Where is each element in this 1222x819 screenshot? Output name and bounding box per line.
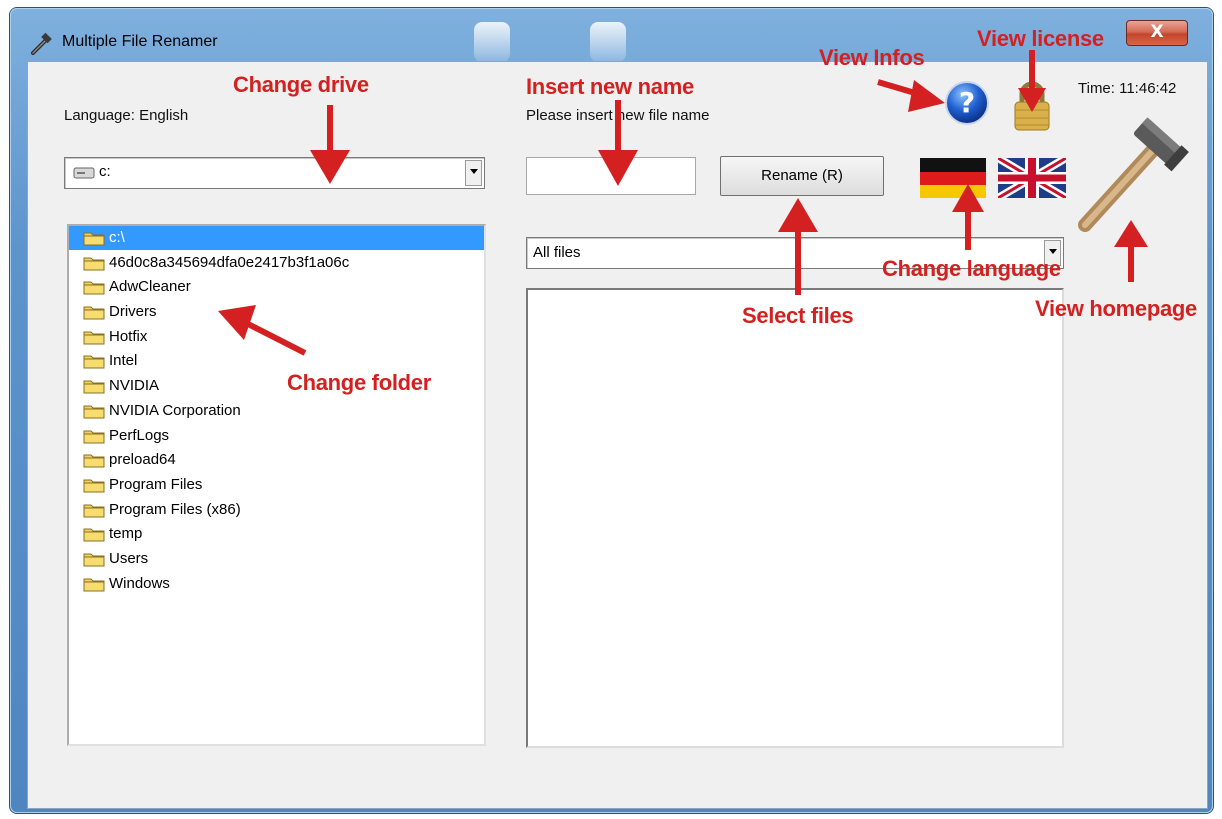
uk-flag-icon[interactable]: [998, 158, 1066, 198]
tree-item-label: PerfLogs: [109, 426, 170, 444]
annotation-change-language: Change language: [882, 256, 1061, 281]
germany-flag-icon[interactable]: [920, 158, 986, 198]
annotation-view-homepage: View homepage: [1035, 296, 1197, 321]
tree-item-label: Users: [109, 549, 149, 567]
new-name-input[interactable]: [526, 157, 696, 195]
folder-icon: [83, 405, 105, 419]
folder-tree[interactable]: c:\ 46d0c8a345694dfa0e2417b3f1a06c AdwClea…: [67, 224, 486, 746]
folder-icon: [83, 306, 105, 320]
folder-icon: [83, 578, 105, 592]
tree-item[interactable]: Drivers: [69, 300, 484, 325]
close-button[interactable]: X: [1126, 20, 1188, 46]
tree-item[interactable]: Program Files: [69, 473, 484, 498]
drive-value: c:: [99, 163, 111, 180]
insert-hint-label: Please insert new file name: [526, 107, 710, 124]
annotation-view-license: View license: [977, 26, 1104, 51]
tree-item[interactable]: Hotfix: [69, 325, 484, 350]
language-label: Language: English: [64, 107, 189, 124]
titlebar-glow: [474, 22, 510, 62]
annotation-change-folder: Change folder: [287, 370, 431, 395]
folder-icon: [83, 355, 105, 369]
tree-item[interactable]: Windows: [69, 572, 484, 597]
tree-item-label: Program Files (x86): [109, 500, 241, 518]
folder-icon: [83, 331, 105, 345]
tree-item[interactable]: preload64: [69, 448, 484, 473]
window-title: Multiple File Renamer: [62, 33, 218, 50]
tree-item-label: NVIDIA Corporation: [109, 401, 241, 419]
tree-item[interactable]: c:\: [69, 226, 484, 251]
question-mark-icon[interactable]: ?: [944, 80, 990, 126]
annotation-view-infos: View Infos: [819, 45, 925, 70]
drive-select[interactable]: c:: [64, 157, 485, 189]
file-list[interactable]: [526, 288, 1064, 748]
folder-icon: [83, 479, 105, 493]
annotation-change-drive: Change drive: [233, 72, 369, 97]
svg-text:?: ?: [959, 86, 975, 119]
hammer-pencil-icon: [31, 32, 52, 55]
titlebar-glow: [590, 22, 626, 62]
tree-item-label: Windows: [109, 574, 170, 592]
selection-highlight: [69, 226, 484, 250]
tree-item-label: c:\: [109, 229, 125, 246]
tree-item-label: Hotfix: [109, 327, 148, 345]
folder-icon: [83, 553, 105, 567]
file-filter-value: All files: [533, 244, 581, 261]
folder-icon: [83, 454, 105, 468]
tree-item[interactable]: Program Files (x86): [69, 498, 484, 523]
tree-item-label: preload64: [109, 451, 176, 469]
folder-icon: [83, 504, 105, 518]
hammer-icon[interactable]: [1073, 115, 1195, 237]
tree-item[interactable]: temp: [69, 522, 484, 547]
tree-item-label: Program Files: [109, 475, 203, 493]
drive-icon: [73, 167, 95, 179]
folder-icon: [83, 281, 105, 295]
tree-list: c:\ 46d0c8a345694dfa0e2417b3f1a06c AdwClea…: [69, 226, 484, 596]
folder-icon: [83, 380, 105, 394]
tree-item[interactable]: NVIDIA Corporation: [69, 399, 484, 424]
annotation-insert-new-name: Insert new name: [526, 74, 694, 99]
folder-icon: [83, 528, 105, 542]
padlock-icon[interactable]: [1012, 80, 1052, 132]
tree-item[interactable]: PerfLogs: [69, 424, 484, 449]
tree-item-label: temp: [109, 525, 143, 543]
tree-item[interactable]: Users: [69, 547, 484, 572]
rename-button[interactable]: Rename (R): [720, 156, 884, 196]
tree-item-label: AdwCleaner: [109, 278, 191, 296]
annotation-select-files: Select files: [742, 303, 854, 328]
chevron-down-icon[interactable]: [465, 160, 482, 186]
tree-item-label: Drivers: [109, 303, 157, 321]
folder-icon: [83, 257, 105, 271]
tree-item[interactable]: AdwCleaner: [69, 275, 484, 300]
tree-item-label: NVIDIA: [109, 377, 160, 395]
folder-open-icon: [83, 232, 105, 246]
tree-item-label: Intel: [109, 352, 138, 370]
folder-icon: [83, 430, 105, 444]
tree-item[interactable]: 46d0c8a345694dfa0e2417b3f1a06c: [69, 251, 484, 276]
time-label: Time: 11:46:42: [1078, 80, 1177, 97]
tree-item-label: 46d0c8a345694dfa0e2417b3f1a06c: [109, 253, 350, 271]
